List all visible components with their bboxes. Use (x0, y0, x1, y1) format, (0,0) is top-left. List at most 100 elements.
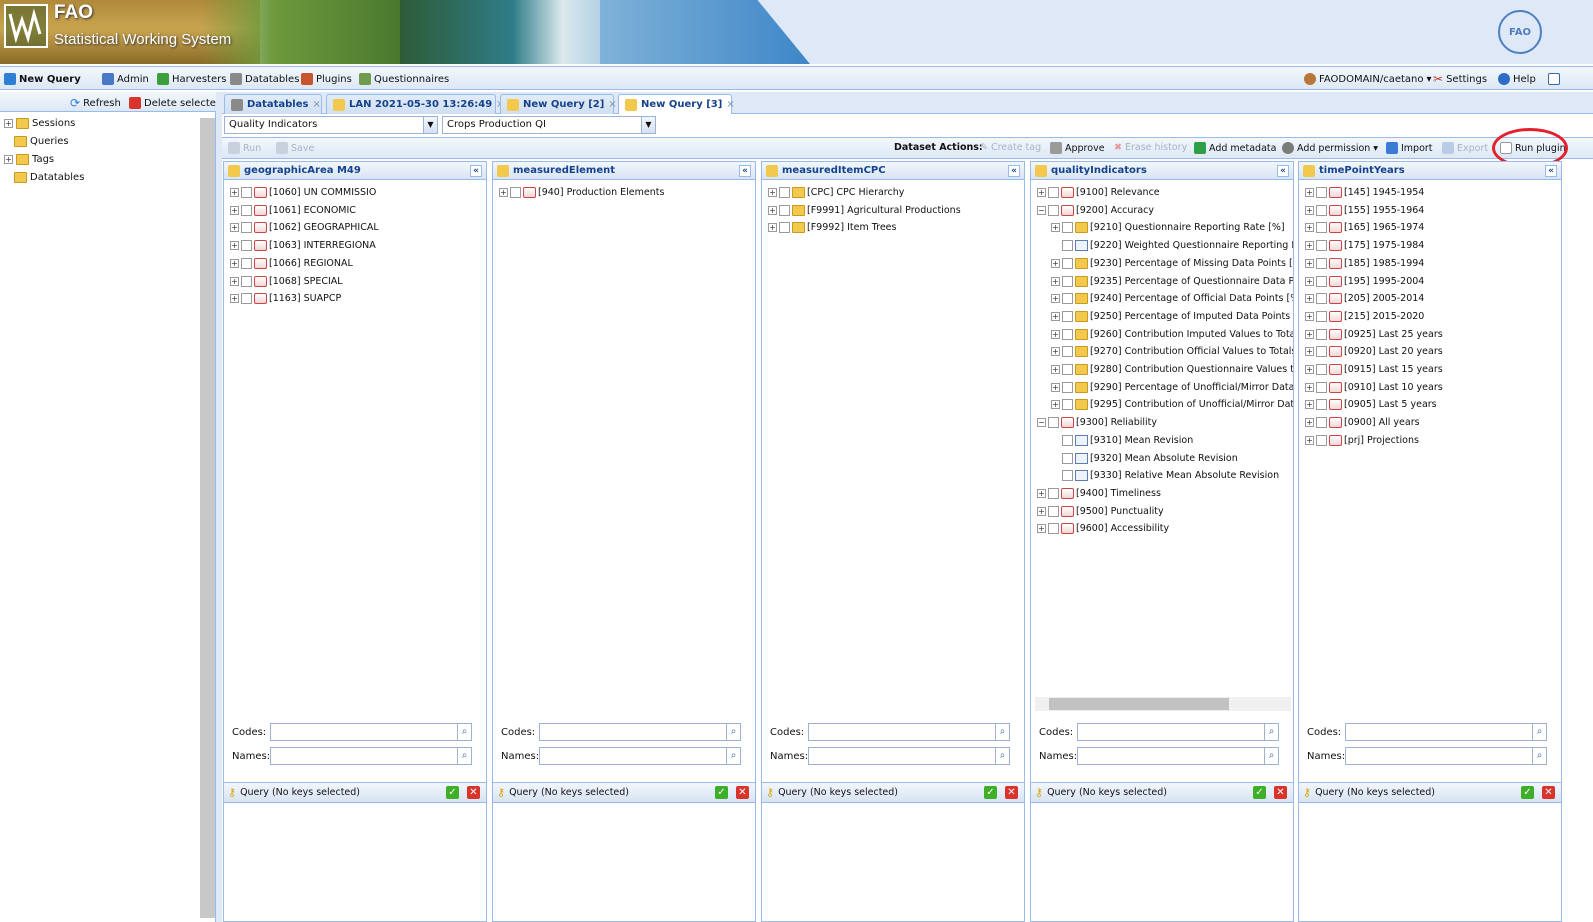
select-all-icon[interactable]: ✓ (1253, 786, 1266, 799)
collapse-icon[interactable]: « (1008, 165, 1020, 177)
node-checkbox[interactable] (1316, 417, 1327, 429)
search-icon[interactable]: ⌕ (727, 723, 741, 741)
expand-node-icon[interactable]: + (1305, 365, 1314, 374)
tree-node[interactable]: + [1061] ECONOMIC (230, 202, 356, 219)
expand-node-icon[interactable]: + (1305, 347, 1314, 357)
tree-node[interactable]: + [940] Production Elements (499, 184, 664, 201)
tree-node[interactable]: + [1060] UN COMMISSIO (230, 184, 376, 201)
select-all-icon[interactable]: ✓ (446, 786, 459, 799)
collapse-node-icon[interactable]: − (1037, 205, 1046, 215)
chevron-down-icon[interactable]: ▼ (423, 117, 437, 133)
search-icon[interactable]: ⌕ (996, 723, 1010, 741)
harvesters-button[interactable]: Harvesters (157, 71, 226, 87)
tree-node[interactable]: + [1063] INTERREGIONA (230, 237, 376, 254)
tree-node[interactable]: + [1163] SUAPCP (230, 290, 341, 307)
expand-node-icon[interactable]: + (1305, 205, 1314, 215)
tree-node-sessions[interactable]: + Sessions (4, 118, 75, 129)
node-checkbox[interactable] (779, 204, 790, 216)
expand-node-icon[interactable]: + (1305, 241, 1314, 251)
expand-node-icon[interactable]: + (1305, 435, 1314, 445)
node-checkbox[interactable] (1316, 328, 1327, 340)
save-button[interactable]: Save (276, 142, 314, 154)
expand-node-icon[interactable]: + (1051, 223, 1060, 233)
node-checkbox[interactable] (1316, 204, 1327, 216)
tree-node[interactable]: + [9100] Relevance (1037, 184, 1160, 201)
node-checkbox[interactable] (1062, 470, 1073, 482)
node-checkbox[interactable] (1316, 310, 1327, 322)
create-tag-button[interactable]: ✎ Create tag (980, 142, 1041, 153)
tree-node[interactable]: + [215] 2015-2020 (1305, 308, 1424, 325)
expand-node-icon[interactable]: + (1051, 258, 1060, 268)
tree-node[interactable]: + [1066] REGIONAL (230, 255, 353, 272)
tree-node[interactable]: + [prj] Projections (1305, 432, 1419, 449)
node-checkbox[interactable] (1316, 293, 1327, 305)
node-checkbox[interactable] (241, 222, 252, 234)
search-icon[interactable]: ⌕ (1533, 723, 1547, 741)
tree-node[interactable]: + [1062] GEOGRAPHICAL (230, 219, 379, 236)
tree-node[interactable]: + [9290] Percentage of Unofficial/Mirror … (1051, 379, 1293, 396)
delete-selected-button[interactable]: Delete selected (129, 95, 222, 111)
node-checkbox[interactable] (1062, 222, 1073, 234)
expand-node-icon[interactable]: + (1037, 524, 1046, 534)
collapse-icon[interactable]: « (1277, 165, 1289, 177)
tab-datatables[interactable]: Datatables × (224, 94, 322, 114)
node-checkbox[interactable] (241, 293, 252, 305)
node-checkbox[interactable] (1316, 364, 1327, 375)
search-icon[interactable]: ⌕ (1533, 747, 1547, 765)
tree-node[interactable]: + [165] 1965-1974 (1305, 219, 1424, 236)
tree-node[interactable]: + [9210] Questionnaire Reporting Rate [%] (1051, 219, 1285, 236)
close-icon[interactable]: × (726, 99, 734, 110)
expand-icon[interactable]: + (4, 155, 13, 164)
tree-node[interactable]: + [1068] SPECIAL (230, 273, 343, 290)
tree-node[interactable]: + [F9992] Item Trees (768, 219, 896, 236)
add-metadata-button[interactable]: Add metadata (1194, 142, 1276, 154)
expand-node-icon[interactable]: + (230, 188, 239, 197)
tree-node-queries[interactable]: Queries (14, 136, 69, 147)
expand-node-icon[interactable]: + (1305, 294, 1314, 304)
domain-select[interactable]: Quality Indicators ▼ (224, 116, 438, 134)
node-checkbox[interactable] (1062, 310, 1073, 322)
export-button[interactable]: Export (1442, 142, 1488, 154)
run-button[interactable]: Run (228, 142, 261, 154)
codes-filter-input[interactable] (808, 723, 996, 741)
tree-node[interactable]: + [9400] Timeliness (1037, 485, 1161, 502)
node-checkbox[interactable] (510, 187, 521, 198)
select-all-icon[interactable]: ✓ (984, 786, 997, 799)
add-permission-button[interactable]: Add permission ▾ (1282, 142, 1378, 154)
plugins-button[interactable]: Plugins (301, 71, 352, 87)
names-filter-input[interactable] (1345, 747, 1533, 765)
tree-node-tags[interactable]: + Tags (4, 154, 54, 165)
node-checkbox[interactable] (1316, 257, 1327, 269)
node-checkbox[interactable] (1062, 257, 1073, 269)
names-filter-input[interactable] (808, 747, 996, 765)
clear-selection-icon[interactable]: ✕ (1005, 786, 1018, 799)
vertical-scrollbar[interactable] (200, 118, 215, 918)
node-checkbox[interactable] (1316, 275, 1327, 287)
tab-lan-session[interactable]: LAN 2021-05-30 13:26:49 × (326, 94, 505, 114)
new-query-button[interactable]: New Query (4, 71, 81, 87)
tree-node-datatables[interactable]: Datatables (14, 172, 84, 183)
approve-button[interactable]: Approve (1050, 142, 1105, 154)
collapse-icon[interactable]: « (739, 165, 751, 177)
node-checkbox[interactable] (1048, 204, 1059, 216)
node-checkbox[interactable] (1062, 452, 1073, 464)
tree-node[interactable]: + [0920] Last 20 years (1305, 343, 1443, 360)
clear-selection-icon[interactable]: ✕ (736, 786, 749, 799)
tree-node[interactable]: + [CPC] CPC Hierarchy (768, 184, 904, 201)
node-checkbox[interactable] (1048, 505, 1059, 517)
expand-node-icon[interactable]: + (230, 276, 239, 286)
tree-node[interactable]: +[9320] Mean Absolute Revision (1051, 450, 1238, 467)
expand-node-icon[interactable]: + (768, 223, 777, 233)
tree-node[interactable]: + [0910] Last 10 years (1305, 379, 1443, 396)
expand-node-icon[interactable]: + (230, 205, 239, 215)
tree-node[interactable]: + [9260] Contribution Imputed Values to T… (1051, 326, 1293, 343)
node-checkbox[interactable] (1048, 523, 1059, 535)
expand-node-icon[interactable]: + (230, 241, 239, 251)
codes-filter-input[interactable] (270, 723, 458, 741)
clear-selection-icon[interactable]: ✕ (467, 786, 480, 799)
tree-node[interactable]: +[9310] Mean Revision (1051, 432, 1193, 449)
tree-node[interactable]: + [9270] Contribution Official Values to … (1051, 343, 1293, 360)
expand-node-icon[interactable]: + (1305, 382, 1314, 392)
tree-node[interactable]: + [175] 1975-1984 (1305, 237, 1424, 254)
search-icon[interactable]: ⌕ (1265, 723, 1279, 741)
